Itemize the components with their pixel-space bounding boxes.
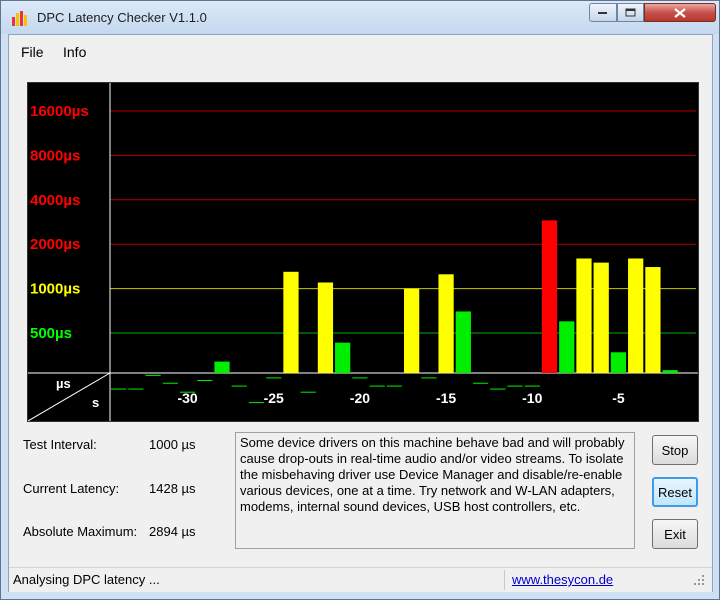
latency-bar <box>490 388 506 390</box>
minimize-button[interactable] <box>589 3 617 22</box>
latency-bar <box>335 342 351 373</box>
latency-bar <box>179 391 196 393</box>
latency-bar <box>593 262 609 373</box>
status-separator <box>504 570 505 590</box>
y-tick-label: 2000µs <box>30 236 80 253</box>
client-area: File Info 16000µs 8000µs 4000µs 2000µs 1000µ… <box>8 34 713 592</box>
y-tick-label: 1000µs <box>30 281 80 298</box>
latency-bar <box>369 385 385 387</box>
stop-button[interactable]: Stop <box>652 435 698 465</box>
minimize-icon <box>598 11 607 14</box>
latency-bar <box>524 385 540 387</box>
latency-bar <box>541 220 558 373</box>
corner-unit-s: s <box>92 395 99 410</box>
latency-bar <box>421 377 437 379</box>
menu-bar: File Info <box>9 35 712 71</box>
latency-bar <box>507 385 523 387</box>
exit-button[interactable]: Exit <box>652 519 698 549</box>
latency-bar <box>317 282 334 373</box>
latency-bar <box>576 258 592 373</box>
app-window: DPC Latency Checker V1.1.0 File Info 160… <box>0 0 720 600</box>
menu-info[interactable]: Info <box>57 44 92 60</box>
latency-bar <box>404 288 420 373</box>
y-tick-label: 500µs <box>30 325 72 342</box>
y-tick-label: 16000µs <box>30 103 89 120</box>
title-bar[interactable]: DPC Latency Checker V1.1.0 <box>1 1 719 34</box>
latency-bar <box>248 402 265 404</box>
current-latency-value: 1428 µs <box>149 481 196 496</box>
latency-bar <box>283 271 299 373</box>
latency-bar <box>128 388 144 390</box>
menu-file[interactable]: File <box>15 44 50 60</box>
latency-bar <box>231 385 247 387</box>
reset-button[interactable]: Reset <box>652 477 698 507</box>
current-latency-label: Current Latency: <box>23 481 120 496</box>
maximize-icon <box>625 8 635 16</box>
close-button[interactable] <box>644 3 716 22</box>
latency-chart-svg: 16000µs 8000µs 4000µs 2000µs 1000µs 500µs µs s -… <box>28 83 698 421</box>
status-text: Analysing DPC latency ... <box>13 572 160 587</box>
latency-bar <box>438 274 454 373</box>
latency-bar <box>111 388 127 390</box>
x-tick-label: -5 <box>612 390 625 406</box>
latency-bar <box>162 382 178 384</box>
latency-bar <box>628 258 644 373</box>
latency-bar <box>662 370 678 373</box>
latency-bar <box>645 267 661 373</box>
corner-unit-us: µs <box>56 376 71 391</box>
y-tick-label: 4000µs <box>30 192 80 209</box>
message-box: Some device drivers on this machine beha… <box>235 432 635 549</box>
latency-chart: 16000µs 8000µs 4000µs 2000µs 1000µs 500µs µs s -… <box>27 82 699 422</box>
latency-bar <box>266 377 282 379</box>
latency-bar <box>197 380 213 382</box>
close-icon <box>674 7 686 18</box>
x-tick-label: -10 <box>522 390 542 406</box>
test-interval-label: Test Interval: <box>23 437 97 452</box>
status-bar: Analysing DPC latency ... www.thesycon.d… <box>9 567 712 592</box>
latency-bar <box>214 361 230 373</box>
x-tick-label: -25 <box>264 390 284 406</box>
maximize-button[interactable] <box>617 3 644 22</box>
latency-bar <box>559 321 575 373</box>
latency-bar <box>352 377 368 379</box>
absolute-maximum-label: Absolute Maximum: <box>23 524 138 539</box>
latency-bar <box>455 311 471 373</box>
window-title: DPC Latency Checker V1.1.0 <box>37 10 207 25</box>
x-tick-label: -15 <box>436 390 456 406</box>
latency-bar <box>300 391 316 393</box>
latency-bar <box>610 352 627 373</box>
app-icon <box>12 11 27 26</box>
latency-bar <box>145 374 161 376</box>
latency-bar <box>386 385 402 387</box>
test-interval-value: 1000 µs <box>149 437 196 452</box>
absolute-maximum-value: 2894 µs <box>149 524 196 539</box>
x-tick-label: -20 <box>350 390 370 406</box>
latency-bar <box>472 382 489 384</box>
website-link[interactable]: www.thesycon.de <box>512 572 613 587</box>
resize-grip-icon[interactable] <box>693 574 705 586</box>
y-tick-label: 8000µs <box>30 147 80 164</box>
